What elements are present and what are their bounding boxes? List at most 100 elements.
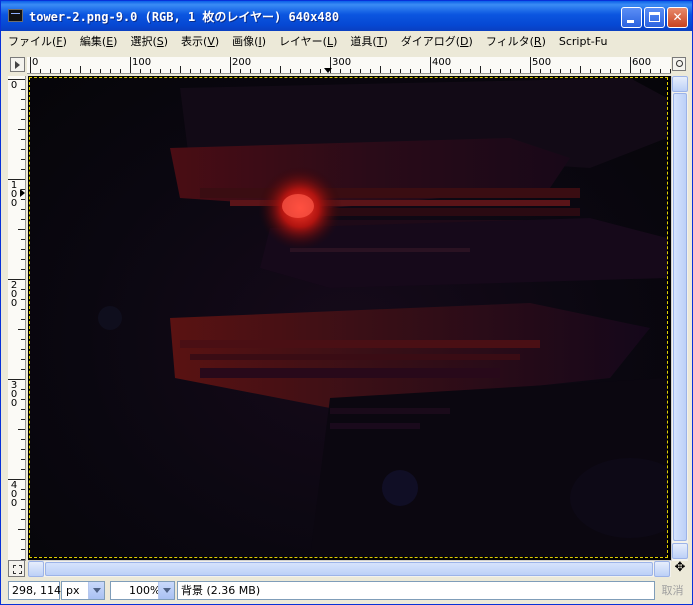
ruler-tick <box>490 69 491 73</box>
menu-item[interactable]: ファイル(F) <box>8 33 67 49</box>
tower-photo <box>98 78 667 557</box>
scroll-right-button[interactable] <box>654 561 670 577</box>
ruler-tick <box>440 69 441 73</box>
minimize-button[interactable] <box>621 7 642 28</box>
ruler-tick <box>80 66 81 73</box>
ruler-tick <box>21 289 25 290</box>
ruler-tick <box>21 269 25 270</box>
chevron-down-icon[interactable] <box>88 582 104 599</box>
ruler-tick <box>180 66 181 73</box>
menu-item-label: 画像( <box>232 35 259 48</box>
ruler-tick <box>21 119 25 120</box>
ruler-tick <box>430 57 431 73</box>
ruler-label: 100 <box>132 57 152 68</box>
menu-item[interactable]: 画像(I) <box>232 33 266 49</box>
menu-item-label: フィルタ( <box>485 35 534 48</box>
ruler-label: 0 <box>10 80 18 91</box>
menu-item-label-end: ) <box>214 35 220 48</box>
zoom-select[interactable]: 100% <box>110 581 175 600</box>
ruler-tick <box>21 339 25 340</box>
vertical-ruler[interactable]: 0 100 200 300 400 <box>8 76 26 561</box>
ruler-tick <box>160 69 161 73</box>
ruler-tick <box>230 57 231 73</box>
ruler-label: 300 <box>10 380 18 409</box>
ruler-tick <box>170 69 171 73</box>
ruler-tick <box>530 57 531 73</box>
ruler-tick <box>21 549 25 550</box>
ruler-tick <box>620 69 621 73</box>
ruler-tick <box>670 69 671 73</box>
zoom-icon[interactable] <box>672 57 686 71</box>
menu-item[interactable]: 道具(T) <box>350 33 387 49</box>
close-button[interactable]: ✕ <box>667 7 688 28</box>
ruler-tick <box>480 66 481 73</box>
ruler-tick <box>580 66 581 73</box>
ruler-tick <box>70 69 71 73</box>
chevron-down-icon[interactable] <box>158 582 174 599</box>
ruler-tick <box>220 69 221 73</box>
menu-item-mnemonic: S <box>156 35 164 48</box>
ruler-tick <box>300 69 301 73</box>
menu-item[interactable]: 編集(E) <box>80 33 118 49</box>
menu-item[interactable]: 表示(V) <box>181 33 219 49</box>
canvas-area[interactable] <box>28 76 671 561</box>
navigate-icon[interactable]: ✥ <box>672 560 688 576</box>
scroll-left-button[interactable] <box>28 561 44 577</box>
menu-item[interactable]: 選択(S) <box>130 33 168 49</box>
ruler-tick <box>21 369 25 370</box>
ruler-tick <box>380 66 381 73</box>
pointer-coordinates: 298, 114 <box>8 581 61 600</box>
horizontal-ruler[interactable]: 0 100 200 300 400 500 600 <box>27 57 671 74</box>
quick-mask-icon[interactable] <box>8 560 25 577</box>
ruler-tick <box>21 169 25 170</box>
menu-item[interactable]: ダイアログ(D) <box>401 33 473 49</box>
ruler-tick <box>21 439 25 440</box>
image-menu-button[interactable] <box>10 57 25 72</box>
ruler-tick <box>100 69 101 73</box>
vertical-scroll-thumb[interactable] <box>673 93 687 541</box>
menu-item[interactable]: レイヤー(L) <box>279 33 337 49</box>
menu-item-label-end: ) <box>383 35 388 48</box>
ruler-tick <box>610 69 611 73</box>
horizontal-scrollbar[interactable] <box>28 560 671 577</box>
menu-item[interactable]: フィルタ(R) <box>486 33 546 49</box>
ruler-label: 400 <box>432 57 452 68</box>
ruler-tick <box>30 57 31 73</box>
scroll-down-button[interactable] <box>672 543 688 559</box>
menu-item-mnemonic: R <box>533 35 542 48</box>
ruler-tick <box>21 499 25 500</box>
ruler-tick <box>400 69 401 73</box>
ruler-tick <box>18 129 25 130</box>
ruler-tick <box>280 66 281 73</box>
ruler-tick <box>520 69 521 73</box>
ruler-tick <box>310 69 311 73</box>
ruler-tick <box>410 69 411 73</box>
menu-item[interactable]: Script-Fu <box>559 35 608 48</box>
image-canvas[interactable] <box>30 78 667 557</box>
menu-bar: ファイル(F) 編集(E) 選択(S) 表示(V) 画像(I) レイヤー(L) 道具(T) ダ… <box>1 31 692 51</box>
scroll-up-button[interactable] <box>672 76 688 92</box>
menu-item-label-end: ) <box>62 35 67 48</box>
ruler-tick <box>21 349 25 350</box>
ruler-tick <box>570 69 571 73</box>
ruler-tick <box>450 69 451 73</box>
title-bar[interactable]: tower-2.png-9.0 (RGB, 1 枚のレイヤー) 640x480 … <box>1 1 692 31</box>
ruler-tick <box>21 539 25 540</box>
cancel-button[interactable]: 取消 <box>657 581 688 600</box>
maximize-button[interactable] <box>644 7 665 28</box>
ruler-tick <box>18 529 25 530</box>
ruler-label: 100 <box>10 180 18 209</box>
menu-item-label-end: ) <box>468 35 473 48</box>
ruler-tick <box>21 519 25 520</box>
ruler-tick <box>150 69 151 73</box>
ruler-tick <box>21 399 25 400</box>
vertical-scrollbar[interactable] <box>671 76 688 561</box>
ruler-tick <box>40 69 41 73</box>
unit-select[interactable]: px <box>61 581 105 600</box>
ruler-tick <box>370 69 371 73</box>
ruler-tick <box>21 149 25 150</box>
horizontal-scroll-thumb[interactable] <box>45 562 653 576</box>
ruler-tick <box>21 419 25 420</box>
menu-item-label-end: ) <box>261 35 267 48</box>
ruler-tick <box>18 429 25 430</box>
